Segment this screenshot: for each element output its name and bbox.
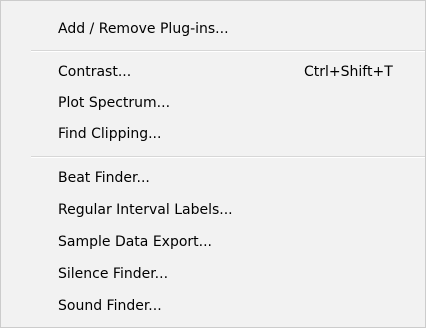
menu-item-find-clipping[interactable]: Find Clipping...	[2, 118, 424, 150]
menu-item-plot-spectrum[interactable]: Plot Spectrum...	[2, 87, 424, 119]
menu-item-label: Silence Finder...	[58, 266, 169, 282]
menu-item-label: Contrast...	[58, 64, 132, 80]
menu-item-sound-finder[interactable]: Sound Finder...	[2, 290, 424, 322]
menu-item-sample-data-export[interactable]: Sample Data Export...	[2, 226, 424, 258]
menu-item-label: Add / Remove Plug-ins...	[58, 21, 229, 37]
menu-item-regular-interval-labels[interactable]: Regular Interval Labels...	[2, 194, 424, 226]
menu-item-label: Beat Finder...	[58, 170, 150, 186]
menu-item-label: Sound Finder...	[58, 298, 162, 314]
menu-item-contrast[interactable]: Contrast... Ctrl+Shift+T	[2, 56, 424, 88]
analyze-menu: Add / Remove Plug-ins... Contrast... Ctr…	[0, 0, 426, 328]
menu-separator	[31, 156, 425, 158]
menu-item-shortcut: Ctrl+Shift+T	[304, 64, 393, 80]
menu-item-label: Sample Data Export...	[58, 234, 212, 250]
menu-item-label: Regular Interval Labels...	[58, 202, 233, 218]
menu-item-label: Plot Spectrum...	[58, 95, 171, 111]
menu-item-label: Find Clipping...	[58, 126, 162, 142]
menu-item-beat-finder[interactable]: Beat Finder...	[2, 162, 424, 194]
menu-item-add-remove-plugins[interactable]: Add / Remove Plug-ins...	[2, 13, 424, 45]
menu-item-silence-finder[interactable]: Silence Finder...	[2, 258, 424, 290]
menu-separator	[31, 50, 425, 52]
